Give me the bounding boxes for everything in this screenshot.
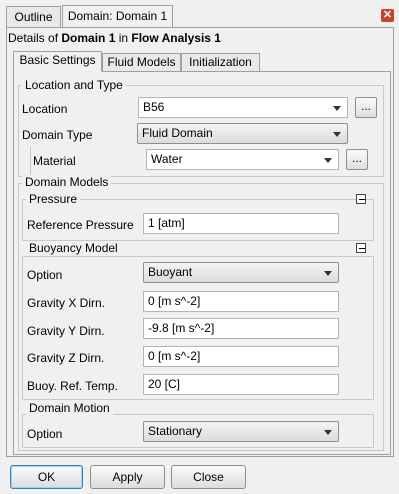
location-select[interactable]: B56 bbox=[138, 97, 348, 118]
buoyancy-option-select[interactable]: Buoyant bbox=[143, 262, 339, 283]
header-analysis: Flow Analysis 1 bbox=[131, 31, 221, 45]
location-browse-button[interactable]: ... bbox=[355, 97, 377, 118]
gravity-y-label: Gravity Y Dirn. bbox=[27, 324, 105, 338]
tab-basic-settings[interactable]: Basic Settings bbox=[13, 51, 102, 72]
material-label: Material bbox=[33, 154, 76, 168]
tab-outline[interactable]: Outline bbox=[6, 6, 61, 28]
buoyancy-collapse-icon[interactable] bbox=[356, 243, 366, 253]
tab-divider bbox=[102, 71, 391, 72]
domain-motion-option-select[interactable]: Stationary bbox=[143, 421, 339, 442]
gravity-x-label: Gravity X Dirn. bbox=[27, 296, 106, 310]
header-prefix: Details of bbox=[8, 31, 62, 45]
gravity-y-input[interactable]: -9.8 [m s^-2] bbox=[143, 318, 339, 339]
chevron-down-icon bbox=[324, 271, 332, 276]
domain-type-select[interactable]: Fluid Domain bbox=[137, 123, 348, 144]
location-value: B56 bbox=[143, 100, 165, 114]
tab-domain[interactable]: Domain: Domain 1 bbox=[62, 5, 173, 28]
material-indent bbox=[30, 147, 31, 175]
tab-initialization[interactable]: Initialization bbox=[181, 53, 260, 71]
domain-motion-option-value: Stationary bbox=[148, 424, 203, 438]
pressure-collapse-icon[interactable] bbox=[356, 194, 366, 204]
buoyancy-title: Buoyancy Model bbox=[26, 241, 121, 255]
material-browse-button[interactable]: ... bbox=[346, 149, 368, 170]
header-object: Domain 1 bbox=[61, 31, 116, 45]
ok-button[interactable]: OK bbox=[10, 465, 83, 489]
material-value: Water bbox=[151, 152, 183, 166]
gravity-z-label: Gravity Z Dirn. bbox=[27, 351, 105, 365]
gravity-x-input[interactable]: 0 [m s^-2] bbox=[143, 291, 339, 312]
location-type-title: Location and Type bbox=[22, 78, 126, 92]
reference-pressure-input[interactable]: 1 [atm] bbox=[143, 213, 339, 234]
chevron-down-icon bbox=[333, 106, 341, 111]
reference-pressure-label: Reference Pressure bbox=[27, 218, 134, 232]
domain-motion-title: Domain Motion bbox=[26, 401, 113, 415]
gravity-z-input[interactable]: 0 [m s^-2] bbox=[143, 346, 339, 367]
pressure-title: Pressure bbox=[26, 192, 81, 206]
apply-button[interactable]: Apply bbox=[90, 465, 165, 489]
details-header: Details of Domain 1 in Flow Analysis 1 bbox=[8, 30, 221, 46]
domain-models-title: Domain Models bbox=[22, 175, 112, 189]
chevron-down-icon bbox=[324, 430, 332, 435]
tab-fluid-models[interactable]: Fluid Models bbox=[102, 53, 181, 71]
domain-type-value: Fluid Domain bbox=[142, 126, 213, 140]
domain-motion-option-label: Option bbox=[27, 427, 63, 441]
chevron-down-icon bbox=[324, 158, 332, 163]
material-select[interactable]: Water bbox=[146, 149, 339, 170]
chevron-down-icon bbox=[333, 132, 341, 137]
close-icon[interactable]: ✕ bbox=[381, 9, 394, 22]
buoyancy-ref-temp-label: Buoy. Ref. Temp. bbox=[27, 379, 118, 393]
domain-type-label: Domain Type bbox=[22, 128, 93, 142]
location-label: Location bbox=[22, 102, 68, 116]
header-middle: in bbox=[115, 31, 132, 45]
close-button[interactable]: Close bbox=[171, 465, 246, 489]
buoyancy-ref-temp-input[interactable]: 20 [C] bbox=[143, 374, 339, 395]
buoyancy-option-value: Buoyant bbox=[148, 265, 193, 279]
buoyancy-option-label: Option bbox=[27, 268, 63, 282]
